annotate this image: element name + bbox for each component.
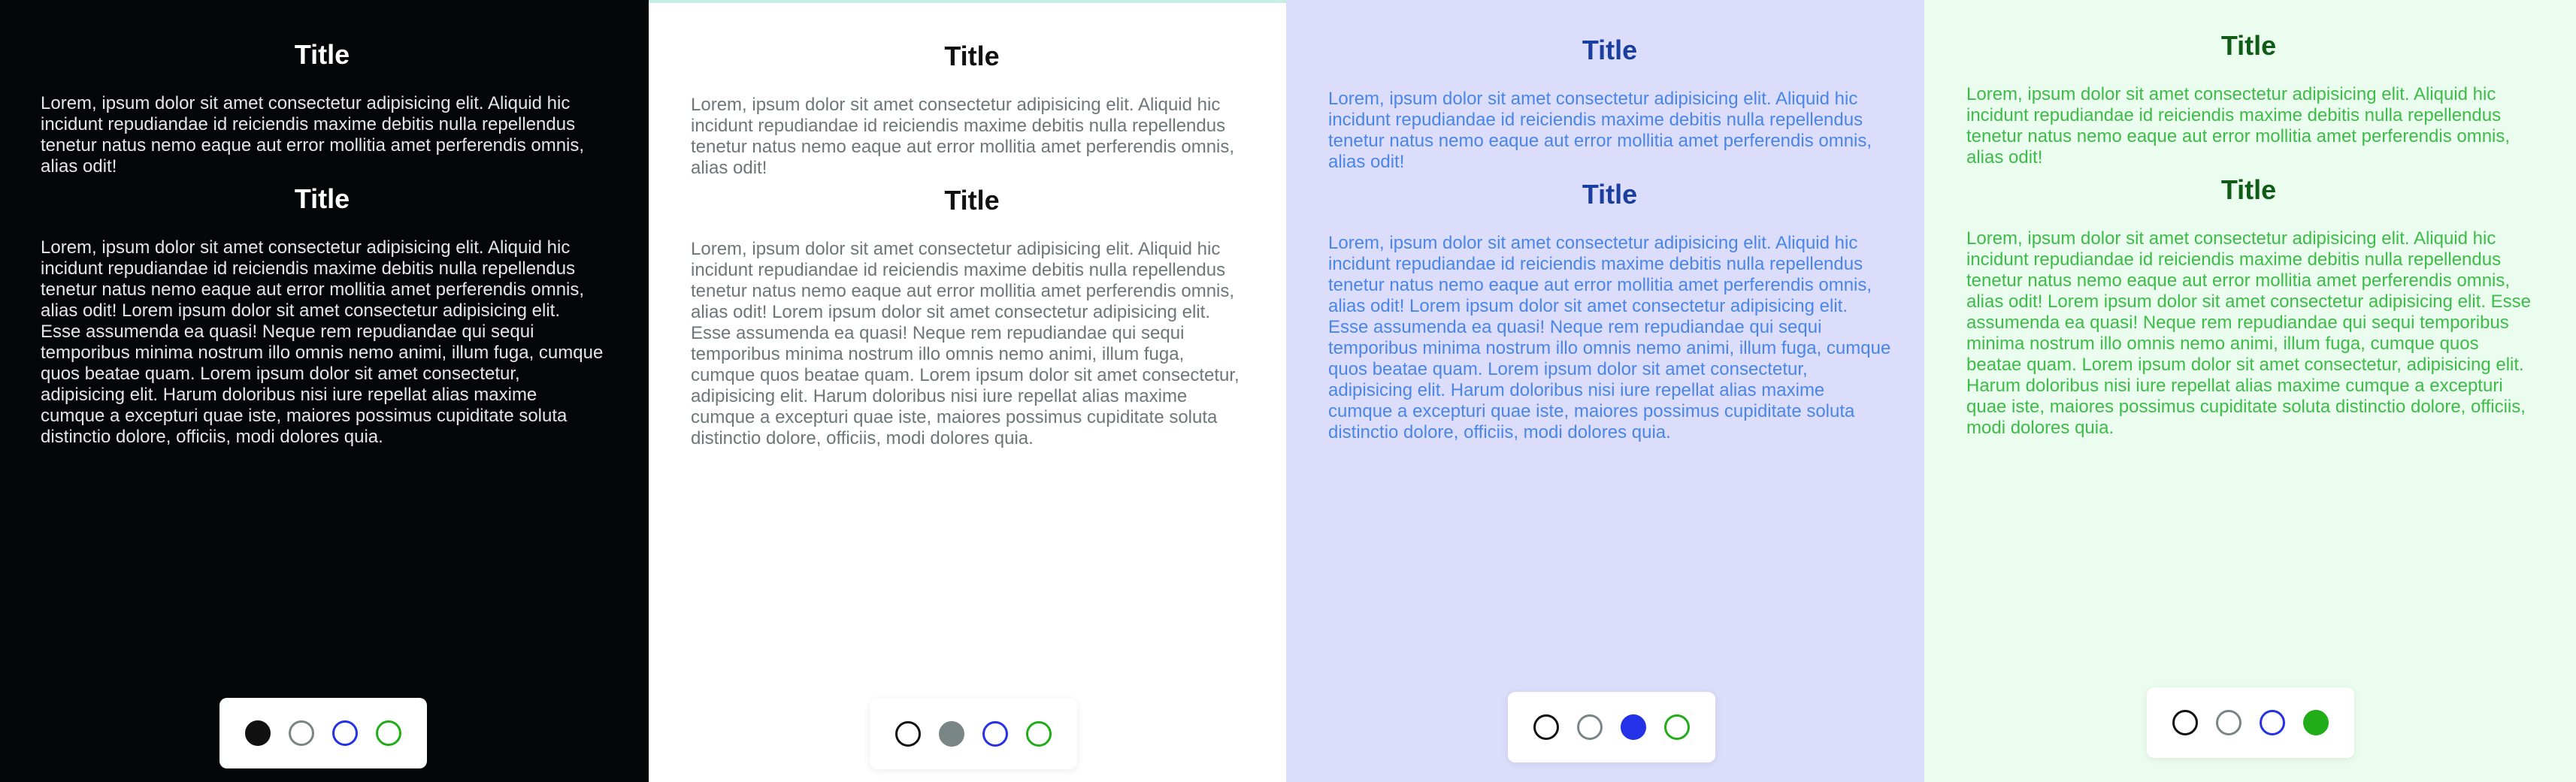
theme-switcher [1508,692,1715,762]
panel-paragraph: Lorem, ipsum dolor sit amet consectetur … [1966,228,2532,438]
panel-title: Title [1582,179,1638,210]
theme-option-green[interactable] [2303,710,2329,735]
theme-option-light[interactable] [289,720,314,746]
theme-option-dark[interactable] [1533,714,1559,740]
panel-content: Title Lorem, ipsum dolor sit amet consec… [41,39,604,448]
theme-option-blue[interactable] [982,721,1008,747]
theme-option-light[interactable] [2216,710,2242,735]
theme-panel-green: Title Lorem, ipsum dolor sit amet consec… [1924,0,2576,782]
theme-option-green[interactable] [1026,721,1052,747]
theme-option-green[interactable] [376,720,401,746]
theme-preview-stage: Title Lorem, ipsum dolor sit amet consec… [0,0,2576,782]
panel-paragraph: Lorem, ipsum dolor sit amet consectetur … [41,237,604,447]
panel-paragraph: Lorem, ipsum dolor sit amet consectetur … [1328,233,1891,442]
theme-option-dark[interactable] [2172,710,2198,735]
panel-content: Title Lorem, ipsum dolor sit amet consec… [1966,30,2531,439]
theme-panel-light: Title Lorem, ipsum dolor sit amet consec… [649,0,1286,782]
panel-content: Title Lorem, ipsum dolor sit amet consec… [1328,35,1891,443]
theme-option-blue[interactable] [332,720,358,746]
panel-paragraph: Lorem, ipsum dolor sit amet consectetur … [1328,89,1872,172]
theme-option-light[interactable] [939,721,964,747]
panel-title: Title [294,183,350,214]
panel-title: Title [2220,30,2277,61]
theme-switcher [870,699,1077,769]
panel-paragraph: Lorem, ipsum dolor sit amet consectetur … [691,239,1240,448]
panel-paragraph: Lorem, ipsum dolor sit amet consectetur … [691,95,1235,178]
panel-content: Title Lorem, ipsum dolor sit amet consec… [691,41,1253,449]
panel-title: Title [1582,35,1638,65]
theme-switcher [219,698,427,768]
theme-option-blue[interactable] [2260,710,2285,735]
theme-option-light[interactable] [1577,714,1603,740]
theme-option-green[interactable] [1664,714,1690,740]
theme-panel-blue: Title Lorem, ipsum dolor sit amet consec… [1286,0,1924,782]
panel-paragraph: Lorem, ipsum dolor sit amet consectetur … [41,93,585,177]
theme-option-dark[interactable] [245,720,271,746]
theme-option-blue[interactable] [1621,714,1646,740]
panel-title: Title [294,39,350,70]
panel-title: Title [2220,174,2277,205]
panel-paragraph: Lorem, ipsum dolor sit amet consectetur … [1966,84,2511,168]
theme-option-dark[interactable] [895,721,921,747]
panel-title: Title [944,185,1000,216]
panel-title: Title [944,41,1000,71]
theme-switcher [2147,687,2354,758]
theme-panel-dark: Title Lorem, ipsum dolor sit amet consec… [0,0,649,782]
